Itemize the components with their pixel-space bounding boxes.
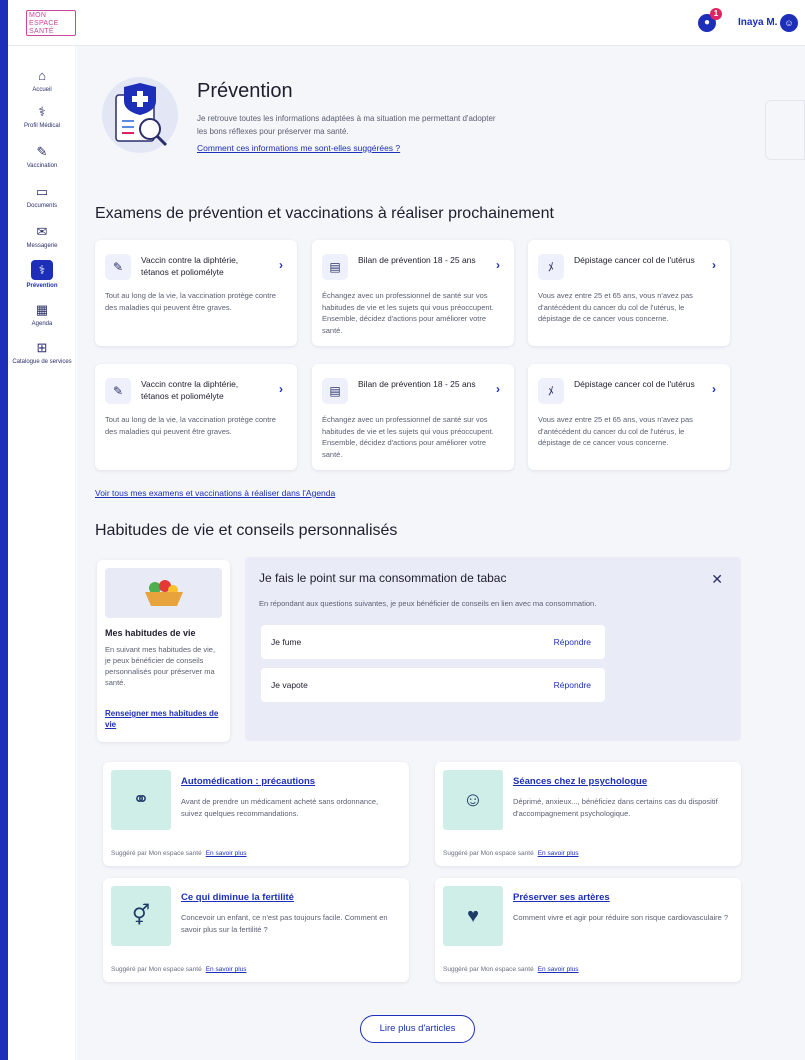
home-icon: ⌂ — [38, 68, 46, 83]
exam-card[interactable]: ✎ Vaccin contre la diphtérie, tétanos et… — [95, 364, 297, 470]
gender-icon: ⚥ — [111, 886, 171, 946]
user-name[interactable]: Inaya M. — [738, 17, 777, 28]
tabac-option-vapote[interactable]: Je vapote Répondre — [261, 668, 605, 702]
answer-button[interactable]: Répondre — [554, 637, 591, 647]
prevention-illustration — [102, 77, 178, 153]
sidebar-item-accueil[interactable]: ⌂ Accueil — [8, 68, 76, 94]
grid-icon: ⊞ — [36, 340, 48, 355]
chevron-right-icon: › — [279, 258, 283, 272]
sidebar-nav: ⌂ Accueil ⚕ Profil Médical ✎ Vaccination… — [8, 46, 76, 1060]
close-icon[interactable]: ✕ — [711, 571, 723, 588]
clipboard-icon: ▤ — [322, 378, 348, 404]
sidebar-item-vaccination[interactable]: ✎ Vaccination — [8, 144, 76, 170]
tabac-option-fume[interactable]: Je fume Répondre — [261, 625, 605, 659]
left-accent-bar — [0, 0, 8, 1060]
pills-icon: ⚭ — [111, 770, 171, 830]
tabac-subtitle: En répondant aux questions suivantes, je… — [259, 599, 597, 608]
side-decoration — [765, 100, 805, 160]
psychology-icon: ☺ — [443, 770, 503, 830]
sidebar-item-profil-medical[interactable]: ⚕ Profil Médical — [8, 104, 76, 130]
page-title: Prévention — [197, 80, 293, 102]
chevron-right-icon: › — [712, 258, 716, 272]
tabac-title: Je fais le point sur ma consommation de … — [259, 571, 507, 585]
sidebar-item-messagerie[interactable]: ✉ Messagerie — [8, 224, 76, 250]
article-title-link[interactable]: Préserver ses artères — [513, 892, 610, 903]
habits-card: Mes habitudes de vie En suivant mes habi… — [97, 560, 230, 742]
exams-section-title: Examens de prévention et vaccinations à … — [95, 205, 554, 222]
message-icon: ✉ — [36, 224, 48, 239]
exam-card[interactable]: ﾒ Dépistage cancer col de l'utérus › Vou… — [528, 364, 730, 470]
calendar-icon: ▦ — [35, 302, 49, 317]
stethoscope-icon: ⚕ — [31, 260, 53, 280]
tabac-questionnaire-panel: Je fais le point sur ma consommation de … — [245, 557, 741, 741]
learn-more-link[interactable]: En savoir plus — [538, 966, 579, 973]
sidebar-item-prevention[interactable]: ⚕ Prévention — [8, 260, 76, 290]
article-title-link[interactable]: Séances chez le psychologue — [513, 776, 647, 787]
chevron-right-icon: › — [712, 382, 716, 396]
exam-card[interactable]: ▤ Bilan de prévention 18 - 25 ans › Écha… — [312, 240, 514, 346]
exam-card[interactable]: ✎ Vaccin contre la diphtérie, tétanos et… — [95, 240, 297, 346]
clipboard-icon: ▤ — [322, 254, 348, 280]
article-card[interactable]: ☺ Séances chez le psychologue Déprimé, a… — [435, 762, 741, 866]
article-title-link[interactable]: Ce qui diminue la fertilité — [181, 892, 294, 903]
suggestions-info-link[interactable]: Comment ces informations me sont-elles s… — [197, 143, 400, 153]
ribbon-icon: ﾒ — [538, 378, 564, 404]
sidebar-item-catalogue[interactable]: ⊞ Catalogue de services — [8, 340, 76, 366]
chevron-right-icon: › — [496, 382, 500, 396]
sidebar-item-agenda[interactable]: ▦ Agenda — [8, 302, 76, 328]
habits-card-description: En suivant mes habitudes de vie, je peux… — [105, 645, 216, 687]
folder-icon: ▭ — [35, 184, 49, 199]
medical-profile-icon: ⚕ — [38, 104, 46, 119]
article-card[interactable]: ⚥ Ce qui diminue la fertilité Concevoir … — [103, 878, 409, 982]
app-logo[interactable]: MON ESPACE SANTÉ — [26, 10, 76, 36]
article-card[interactable]: ⚭ Automédication : précautions Avant de … — [103, 762, 409, 866]
syringe-icon: ✎ — [36, 144, 48, 159]
exam-card[interactable]: ▤ Bilan de prévention 18 - 25 ans › Écha… — [312, 364, 514, 470]
syringe-icon: ✎ — [105, 378, 131, 404]
agenda-link[interactable]: Voir tous mes examens et vaccinations à … — [95, 488, 335, 498]
user-avatar-icon[interactable]: ☺ — [780, 14, 798, 32]
learn-more-link[interactable]: En savoir plus — [538, 850, 579, 857]
sidebar-item-documents[interactable]: ▭ Documents — [8, 184, 76, 210]
learn-more-link[interactable]: En savoir plus — [206, 966, 247, 973]
heart-icon: ♥ — [443, 886, 503, 946]
notification-count-badge: 1 — [710, 8, 722, 20]
fill-habits-link[interactable]: Renseigner mes habitudes de vie — [105, 708, 222, 730]
habits-section-title: Habitudes de vie et conseils personnalis… — [95, 522, 398, 539]
chevron-right-icon: › — [279, 382, 283, 396]
top-header: MON ESPACE SANTÉ — [8, 0, 805, 46]
page-description: Je retrouve toutes les informations adap… — [197, 114, 496, 136]
article-card[interactable]: ♥ Préserver ses artères Comment vivre et… — [435, 878, 741, 982]
answer-button[interactable]: Répondre — [554, 680, 591, 690]
load-more-articles-button[interactable]: Lire plus d'articles — [360, 1015, 475, 1043]
learn-more-link[interactable]: En savoir plus — [206, 850, 247, 857]
ribbon-icon: ﾒ — [538, 254, 564, 280]
syringe-icon: ✎ — [105, 254, 131, 280]
food-basket-illustration — [105, 568, 222, 618]
exam-card[interactable]: ﾒ Dépistage cancer col de l'utérus › Vou… — [528, 240, 730, 346]
habits-card-title: Mes habitudes de vie — [105, 628, 196, 638]
article-title-link[interactable]: Automédication : précautions — [181, 776, 315, 787]
chevron-right-icon: › — [496, 258, 500, 272]
